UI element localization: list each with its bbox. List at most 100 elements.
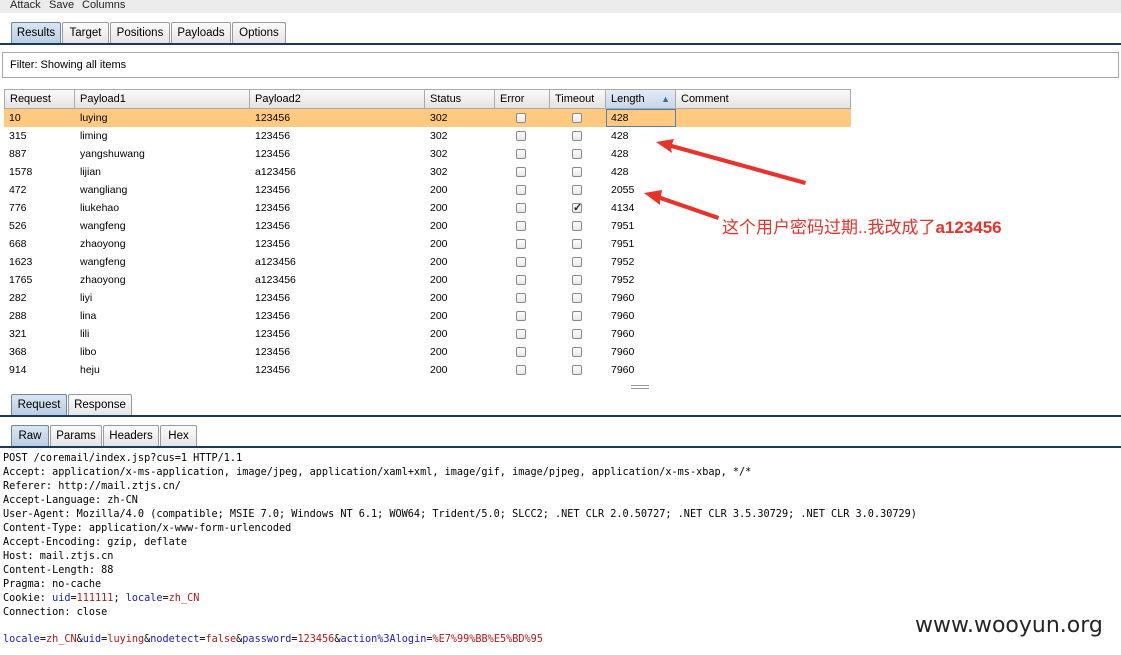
cell-request: 914 — [9, 364, 27, 376]
detail-tabs: Request Response — [0, 392, 1121, 417]
cell-payload1: liming — [80, 130, 108, 142]
cell-comment — [676, 343, 851, 361]
checkbox-error — [516, 203, 526, 213]
table-row[interactable]: 282 liyi 123456 200 7960 — [4, 289, 851, 307]
tab-params[interactable]: Params — [50, 425, 102, 447]
cell-length: 7951 — [611, 238, 635, 250]
cell-status: 200 — [430, 310, 448, 322]
tab-raw[interactable]: Raw — [11, 425, 49, 447]
tab-hex[interactable]: Hex — [160, 425, 197, 447]
column-header-payload1[interactable]: Payload1 — [75, 89, 250, 109]
cell-payload2: 123456 — [255, 292, 291, 304]
watermark: www.wooyun.org — [915, 613, 1103, 638]
checkbox-timeout — [572, 275, 582, 285]
table-row[interactable]: 321 lili 123456 200 7960 — [4, 325, 851, 343]
cell-payload2: 123456 — [255, 220, 291, 232]
cell-comment — [676, 253, 851, 271]
cell-request: 1765 — [9, 274, 33, 286]
table-row[interactable]: 368 libo 123456 200 7960 — [4, 343, 851, 361]
menu-attack[interactable]: Attack — [10, 0, 41, 11]
body-param-value: false — [205, 634, 237, 645]
request-line: User-Agent: Mozilla/4.0 (compatible; MSI… — [3, 509, 917, 520]
menu-columns[interactable]: Columns — [82, 0, 125, 11]
menu-save[interactable]: Save — [49, 0, 74, 11]
cell-payload2: 123456 — [255, 310, 291, 322]
table-row[interactable]: 887 yangshuwang 123456 302 428 — [4, 145, 851, 163]
checkbox-timeout — [572, 257, 582, 267]
cell-length: 7960 — [611, 328, 635, 340]
table-row[interactable]: 315 liming 123456 302 428 — [4, 127, 851, 145]
table-row[interactable]: 1623 wangfeng a123456 200 7952 — [4, 253, 851, 271]
checkbox-error — [516, 275, 526, 285]
cookie-prefix: Cookie: — [3, 593, 53, 604]
cell-status: 302 — [430, 148, 448, 160]
splitter-handle[interactable] — [631, 385, 649, 389]
filter-bar[interactable]: Filter: Showing all items — [2, 52, 1119, 78]
tab-results[interactable]: Results — [11, 22, 61, 44]
column-header-status[interactable]: Status — [425, 89, 495, 109]
cell-payload2: 123456 — [255, 112, 291, 124]
cell-request: 282 — [9, 292, 27, 304]
body-param-value: 123456 — [297, 634, 335, 645]
body-param-name: locale — [3, 634, 40, 645]
cell-comment — [676, 127, 851, 145]
view-tabs: Raw Params Headers Hex — [0, 423, 1121, 448]
cell-length: 7952 — [611, 274, 635, 286]
table-row[interactable]: 1578 lijian a123456 302 428 — [4, 163, 851, 181]
tab-positions[interactable]: Positions — [110, 22, 170, 44]
request-line: Pragma: no-cache — [3, 579, 102, 590]
cell-status: 302 — [430, 112, 448, 124]
cell-request: 10 — [9, 112, 21, 124]
tab-response[interactable]: Response — [68, 394, 132, 416]
cell-request: 472 — [9, 184, 27, 196]
column-header-request[interactable]: Request — [4, 89, 75, 109]
cell-payload1: wangfeng — [80, 220, 126, 232]
column-header-payload2[interactable]: Payload2 — [250, 89, 425, 109]
checkbox-timeout — [572, 113, 582, 123]
cell-length: 2055 — [611, 184, 635, 196]
request-body: locale=zh_CN&uid=luying&nodetect=false&p… — [3, 634, 543, 645]
checkbox-error — [516, 239, 526, 249]
cell-comment — [676, 109, 851, 127]
table-row[interactable]: 1765 zhaoyong a123456 200 7952 — [4, 271, 851, 289]
cell-payload1: lina — [80, 310, 97, 322]
tab-options[interactable]: Options — [232, 22, 286, 44]
tab-target[interactable]: Target — [62, 22, 109, 44]
body-param-value: %E7%99%BB%E5%BD%95 — [432, 634, 543, 645]
checkbox-timeout — [572, 365, 582, 375]
cookie-separator: ; — [113, 593, 126, 604]
raw-request-editor[interactable]: POST /coremail/index.jsp?cus=1 HTTP/1.1 A… — [3, 452, 1118, 620]
table-row[interactable]: 288 lina 123456 200 7960 — [4, 307, 851, 325]
request-line: POST /coremail/index.jsp?cus=1 HTTP/1.1 — [3, 453, 243, 464]
tab-payloads[interactable]: Payloads — [171, 22, 231, 44]
cell-request: 668 — [9, 238, 27, 250]
cell-payload1: liyi — [80, 292, 93, 304]
column-header-timeout[interactable]: Timeout — [550, 89, 606, 109]
checkbox-timeout — [572, 131, 582, 141]
cell-payload1: wangfeng — [80, 256, 126, 268]
table-row[interactable]: 10 luying 123456 302 428 — [4, 109, 851, 127]
cell-payload2: 123456 — [255, 328, 291, 340]
cell-status: 302 — [430, 130, 448, 142]
body-param-value: zh_CN — [45, 634, 77, 645]
column-header-length[interactable]: Length ▲ — [606, 89, 676, 109]
column-header-comment[interactable]: Comment — [676, 89, 851, 109]
tab-request[interactable]: Request — [11, 394, 67, 416]
cell-status: 200 — [430, 328, 448, 340]
cell-request: 526 — [9, 220, 27, 232]
column-header-error[interactable]: Error — [495, 89, 550, 109]
cell-payload1: zhaoyong — [80, 238, 126, 250]
body-param-value: luying — [107, 634, 145, 645]
request-line: Content-Length: 88 — [3, 565, 114, 576]
table-row[interactable]: 914 heju 123456 200 7960 — [4, 361, 851, 379]
cell-payload1: wangliang — [80, 184, 128, 196]
cell-payload1: luying — [80, 112, 108, 124]
checkbox-error — [516, 221, 526, 231]
cookie-locale-value: zh_CN — [168, 593, 200, 604]
tab-headers[interactable]: Headers — [103, 425, 159, 447]
cell-request: 887 — [9, 148, 27, 160]
cell-payload1: lili — [80, 328, 90, 340]
cell-request: 288 — [9, 310, 27, 322]
table-row[interactable]: 472 wangliang 123456 200 2055 — [4, 181, 851, 199]
cell-length: 7960 — [611, 346, 635, 358]
